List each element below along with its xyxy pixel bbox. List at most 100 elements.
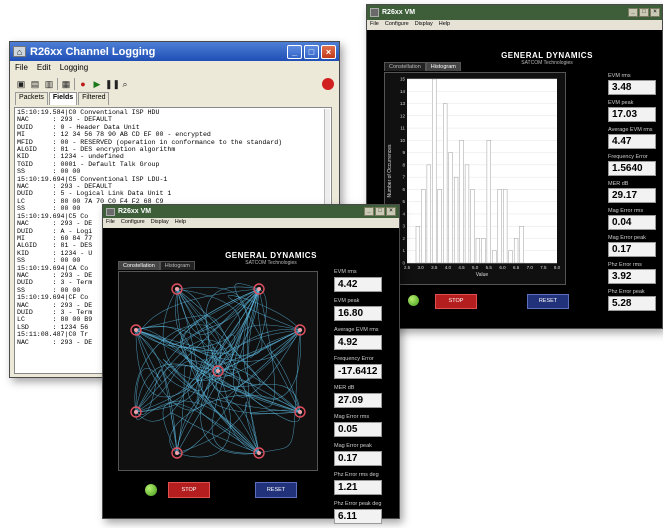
minimize-button[interactable]: _ (628, 8, 638, 17)
recording-indicator-icon (322, 77, 334, 90)
stat-value: 1.5640 (608, 161, 656, 176)
stat-value: 16.80 (334, 306, 382, 321)
toolbar: ▣ ▤ ▥ ▦ ● ▶ ❚❚ ⌕ (10, 75, 339, 92)
tab-histogram[interactable]: Histogram (159, 261, 195, 270)
menu-display[interactable]: Display (151, 219, 169, 227)
menu-display[interactable]: Display (415, 21, 433, 29)
log-line: MI : 12 34 56 78 90 AB CD EF 00 - encryp… (17, 131, 211, 139)
stat-label: EVM peak (608, 100, 634, 106)
stop-button[interactable]: STOP (168, 482, 210, 498)
stat-value: 0.17 (334, 451, 382, 466)
menu-configure[interactable]: Configure (121, 219, 145, 227)
company-logo: GENERAL DYNAMICS SATCOM Technologies (487, 51, 607, 66)
constellation-point-center (134, 328, 138, 332)
x-tick-label: 7.0 (527, 265, 534, 270)
title-bar: ⌂ R26xx Channel Logging _ □ × (10, 42, 339, 61)
histogram-plot: 0 1 2 3 4 5 6 7 8 9 10 11 12 13 14 15 2.5 3.0 3.5 4.0 4.5 5.0… (384, 72, 566, 285)
close-button[interactable]: × (650, 8, 660, 17)
stat-value: 27.09 (334, 393, 382, 408)
stat-label: Mag Error rms (334, 414, 370, 420)
x-tick-label: 5.5 (486, 265, 493, 270)
menu-file[interactable]: File (15, 63, 28, 73)
menu-edit[interactable]: Edit (37, 63, 51, 73)
logo-name: GENERAL DYNAMICS (225, 251, 317, 260)
constellation-chart (130, 283, 306, 459)
log-line: TGID : 0001 - Default Talk Group (17, 160, 160, 168)
constellation-point-center (298, 410, 302, 414)
x-tick-label: 7.5 (540, 265, 547, 270)
histogram-bar (415, 225, 421, 264)
stat-value: 4.92 (334, 335, 382, 350)
stat-value: -17.6412 (334, 364, 382, 379)
print-icon[interactable]: ▥ (43, 78, 55, 90)
minimize-button[interactable]: _ (364, 207, 374, 216)
constellation-point-center (298, 328, 302, 332)
y-tick-label: 2 (402, 236, 405, 241)
vm-constellation-window: R26xx VM _ □ × File Configure Display He… (102, 204, 400, 524)
properties-icon[interactable]: ▦ (60, 78, 72, 90)
record-icon[interactable]: ● (77, 78, 89, 90)
close-button[interactable]: × (386, 207, 396, 216)
title-bar: R26xx VM _ □ × (103, 205, 399, 218)
maximize-button[interactable]: □ (375, 207, 385, 216)
histogram-bar (497, 189, 502, 264)
menu-help[interactable]: Help (439, 21, 450, 29)
histogram-bar (519, 225, 524, 264)
stat-label: Phz Error rms deg (334, 472, 379, 478)
window-title: R26xx VM (382, 9, 416, 16)
menu-help[interactable]: Help (175, 219, 186, 227)
stop-button[interactable]: STOP (435, 294, 477, 309)
y-tick-label: 11 (400, 126, 405, 131)
menu-logging[interactable]: Logging (60, 63, 88, 73)
app-icon: ⌂ (13, 46, 26, 57)
tab-filtered[interactable]: Filtered (78, 92, 110, 105)
stat-label: Phz Error peak (608, 289, 645, 295)
tab-constellation[interactable]: Constellation (118, 261, 160, 270)
log-line: NAC : 293 - DEFAULT (17, 183, 112, 191)
window-title: R26xx VM (118, 208, 152, 215)
menu-configure[interactable]: Configure (385, 21, 409, 29)
y-tick-label: 6 (402, 187, 405, 192)
histogram-bar (492, 250, 497, 264)
x-tick-label: 8.0 (554, 265, 561, 270)
play-icon[interactable]: ▶ (91, 78, 103, 90)
y-tick-label: 10 (400, 138, 406, 143)
x-tick-label: 3.0 (418, 265, 425, 270)
tab-constellation[interactable]: Constellation (384, 62, 426, 71)
log-line: 15:10:19.694|C5 Conventional ISP LDU-1 (17, 175, 168, 183)
y-axis-label: Number of Occurrences (387, 144, 393, 198)
reset-button[interactable]: RESET (255, 482, 297, 498)
reset-button[interactable]: RESET (527, 294, 569, 309)
histogram-bar (432, 78, 437, 264)
minimize-button[interactable]: _ (287, 44, 302, 59)
menu-bar: File Edit Logging (10, 61, 339, 75)
x-tick-label: 4.5 (458, 265, 465, 270)
pause-icon[interactable]: ❚❚ (105, 78, 120, 90)
constellation-point-center (257, 451, 261, 455)
view-tabs: Constellation Histogram (384, 62, 461, 71)
search-icon[interactable]: ⌕ (119, 78, 131, 90)
save-icon[interactable]: ▣ (15, 78, 27, 90)
histogram-bar (437, 189, 442, 264)
x-tick-label: 4.0 (445, 265, 452, 270)
histogram-bar (421, 189, 426, 264)
menu-file[interactable]: File (106, 219, 115, 227)
tab-histogram[interactable]: Histogram (425, 62, 461, 71)
tab-packets[interactable]: Packets (15, 92, 48, 105)
tab-fields[interactable]: Fields (48, 92, 78, 105)
histogram-chart: 01234567891011121314152.5 3.0 3.5 4.0 4.5 5.0… (387, 77, 561, 279)
x-tick-label: 5.0 (472, 265, 479, 270)
close-button[interactable]: × (321, 44, 336, 59)
stat-label: Frequency Error (334, 356, 374, 362)
menu-file[interactable]: File (370, 21, 379, 29)
histogram-bar (503, 189, 508, 264)
maximize-button[interactable]: □ (639, 8, 649, 17)
maximize-button[interactable]: □ (304, 44, 319, 59)
view-tabs: Packets Fields Filtered (10, 92, 339, 105)
x-tick-label: 6.5 (513, 265, 520, 270)
stat-label: Average EVM rms (608, 127, 653, 133)
open-icon[interactable]: ▤ (29, 78, 41, 90)
stat-label: MER dB (608, 181, 629, 187)
histogram-bar (464, 164, 470, 264)
view-tabs: Constellation Histogram (118, 261, 195, 270)
